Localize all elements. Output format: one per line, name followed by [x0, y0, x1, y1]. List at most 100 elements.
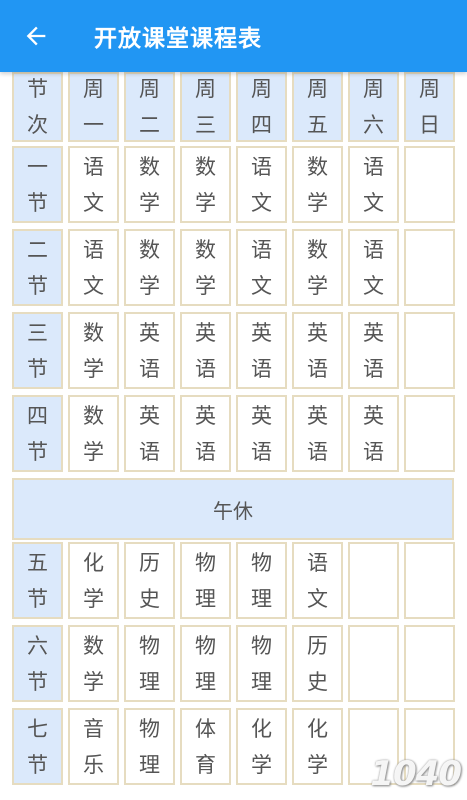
cell-char: 英 [195, 320, 216, 345]
class-cell[interactable]: 语文 [292, 542, 343, 619]
empty-cell[interactable] [404, 625, 455, 702]
empty-cell[interactable] [348, 625, 399, 702]
class-cell[interactable]: 历史 [292, 625, 343, 702]
cell-char: 语 [251, 237, 272, 262]
class-cell[interactable]: 数学 [292, 146, 343, 223]
cell-char: 英 [307, 403, 328, 428]
cell-char: 物 [139, 633, 160, 658]
empty-cell[interactable] [348, 542, 399, 619]
class-cell[interactable]: 英语 [124, 395, 175, 472]
class-cell[interactable]: 数学 [180, 146, 231, 223]
empty-cell[interactable] [404, 312, 455, 389]
cell-char: 周 [83, 77, 104, 101]
class-cell[interactable]: 语文 [348, 229, 399, 306]
cell-char: 英 [363, 320, 384, 345]
class-cell[interactable]: 物理 [124, 708, 175, 785]
class-cell[interactable]: 化学 [292, 708, 343, 785]
cell-char: 六 [363, 113, 384, 137]
period-label: 四节 [12, 395, 63, 472]
class-cell[interactable]: 语文 [68, 229, 119, 306]
class-cell[interactable]: 英语 [292, 312, 343, 389]
class-cell[interactable]: 物理 [236, 625, 287, 702]
class-cell[interactable]: 数学 [292, 229, 343, 306]
cell-char: 学 [83, 586, 104, 611]
class-cell[interactable]: 英语 [180, 395, 231, 472]
cell-char: 文 [83, 273, 104, 298]
class-cell[interactable]: 数学 [68, 395, 119, 472]
header-day-4: 周四 [236, 72, 287, 142]
cell-char: 次 [27, 113, 48, 137]
class-cell[interactable]: 体育 [180, 708, 231, 785]
class-cell[interactable]: 化学 [236, 708, 287, 785]
header-day-1: 周一 [68, 72, 119, 142]
class-cell[interactable]: 英语 [348, 395, 399, 472]
cell-char: 理 [251, 586, 272, 611]
class-cell[interactable]: 化学 [68, 542, 119, 619]
app-bar: 开放课堂课程表 [0, 0, 467, 72]
cell-char: 数 [307, 154, 328, 179]
cell-char: 节 [27, 77, 48, 101]
period-label: 五节 [12, 542, 63, 619]
class-cell[interactable]: 语文 [236, 229, 287, 306]
class-cell[interactable]: 英语 [180, 312, 231, 389]
class-cell[interactable]: 历史 [124, 542, 175, 619]
cell-char: 化 [83, 550, 104, 575]
class-cell[interactable]: 数学 [180, 229, 231, 306]
header-day-2: 周二 [124, 72, 175, 142]
cell-char: 数 [195, 237, 216, 262]
cell-char: 语 [195, 439, 216, 464]
cell-char: 学 [83, 356, 104, 381]
class-cell[interactable]: 数学 [124, 146, 175, 223]
cell-char: 数 [307, 237, 328, 262]
cell-char: 文 [363, 190, 384, 215]
class-cell[interactable]: 数学 [68, 312, 119, 389]
class-cell[interactable]: 数学 [124, 229, 175, 306]
class-cell[interactable]: 语文 [236, 146, 287, 223]
class-cell[interactable]: 英语 [348, 312, 399, 389]
empty-cell[interactable] [404, 542, 455, 619]
cell-char: 物 [139, 716, 160, 741]
cell-char: 二 [139, 113, 160, 137]
cell-char: 节 [27, 439, 48, 464]
cell-char: 五 [27, 550, 48, 575]
cell-char: 语 [139, 356, 160, 381]
cell-char: 理 [139, 669, 160, 694]
cell-char: 语 [139, 439, 160, 464]
class-cell[interactable]: 物理 [180, 542, 231, 619]
cell-char: 语 [195, 356, 216, 381]
empty-cell[interactable] [404, 229, 455, 306]
cell-char: 文 [307, 586, 328, 611]
cell-char: 学 [139, 190, 160, 215]
class-cell[interactable]: 物理 [180, 625, 231, 702]
class-cell[interactable]: 英语 [236, 395, 287, 472]
class-cell[interactable]: 英语 [124, 312, 175, 389]
cell-char: 史 [307, 669, 328, 694]
class-cell[interactable]: 数学 [68, 625, 119, 702]
cell-char: 节 [27, 273, 48, 298]
cell-char: 学 [83, 669, 104, 694]
class-cell[interactable]: 语文 [348, 146, 399, 223]
cell-char: 语 [251, 439, 272, 464]
class-cell[interactable]: 音乐 [68, 708, 119, 785]
cell-char: 周 [307, 77, 328, 101]
cell-char: 六 [27, 633, 48, 658]
class-cell[interactable]: 语文 [68, 146, 119, 223]
cell-char: 节 [27, 190, 48, 215]
back-button[interactable] [0, 0, 72, 72]
cell-char: 周 [363, 77, 384, 101]
header-day-6: 周六 [348, 72, 399, 142]
class-cell[interactable]: 物理 [124, 625, 175, 702]
class-cell[interactable]: 英语 [292, 395, 343, 472]
cell-char: 节 [27, 356, 48, 381]
class-cell[interactable]: 英语 [236, 312, 287, 389]
cell-char: 一 [83, 113, 104, 137]
cell-char: 英 [139, 403, 160, 428]
header-day-5: 周五 [292, 72, 343, 142]
empty-cell[interactable] [404, 395, 455, 472]
cell-char: 英 [251, 403, 272, 428]
class-cell[interactable]: 物理 [236, 542, 287, 619]
cell-char: 四 [27, 403, 48, 428]
cell-char: 历 [307, 633, 328, 658]
cell-char: 节 [27, 669, 48, 694]
empty-cell[interactable] [404, 146, 455, 223]
